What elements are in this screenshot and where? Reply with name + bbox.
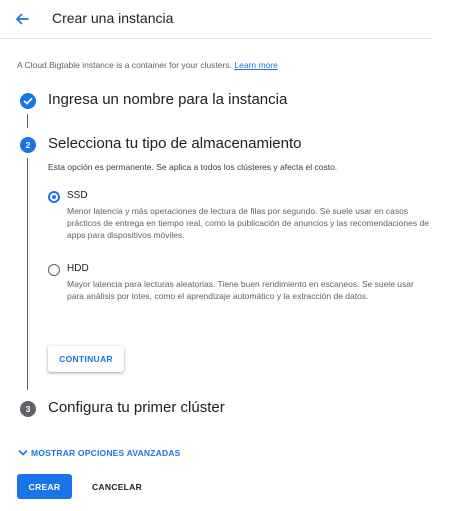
show-advanced-options-link[interactable]: MOSTRAR OPCIONES AVANZADAS <box>17 447 181 459</box>
ssd-description: Menor latencia y más operaciones de lect… <box>67 206 429 240</box>
step-connector <box>27 114 28 128</box>
ssd-radio[interactable] <box>48 191 60 203</box>
continue-button[interactable]: CONTINUAR <box>48 346 124 372</box>
intro-description: A Cloud Bigtable instance is a container… <box>17 60 232 70</box>
step-3-title[interactable]: Configura tu primer clúster <box>48 399 225 416</box>
check-circle-icon <box>20 93 36 109</box>
step-2-title: Selecciona tu tipo de almacenamiento <box>48 135 302 152</box>
arrow-left-icon[interactable] <box>12 9 32 29</box>
learn-more-link[interactable]: Learn more <box>234 60 277 70</box>
page-title: Crear una instancia <box>52 10 174 26</box>
create-button[interactable]: CREAR <box>17 474 72 499</box>
chevron-down-icon <box>18 450 28 456</box>
storage-description: Esta opción es permanente. Se aplica a t… <box>48 162 338 172</box>
show-advanced-options-label: MOSTRAR OPCIONES AVANZADAS <box>31 448 181 458</box>
step-3-number-badge: 3 <box>20 401 36 417</box>
step-2-number-badge: 2 <box>20 137 36 153</box>
hdd-label[interactable]: HDD <box>67 263 89 274</box>
checkmark-icon <box>23 97 33 105</box>
intro-text: A Cloud Bigtable instance is a container… <box>17 60 278 70</box>
step-1-title[interactable]: Ingresa un nombre para la instancia <box>48 91 287 108</box>
hdd-description: Mayor latencia para lecturas aleatorias.… <box>67 279 414 301</box>
hdd-radio[interactable] <box>48 264 60 276</box>
top-bar: Crear una instancia <box>0 0 432 39</box>
step-connector <box>27 158 28 390</box>
cancel-button[interactable]: CANCELAR <box>82 474 152 499</box>
ssd-label[interactable]: SSD <box>67 190 88 201</box>
